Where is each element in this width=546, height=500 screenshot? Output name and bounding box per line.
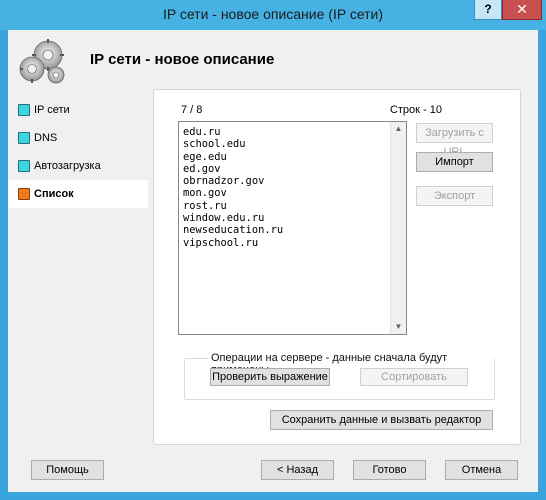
back-button[interactable]: < Назад bbox=[261, 460, 334, 480]
step-indicator-icon bbox=[18, 132, 30, 144]
sidebar-item-label: IP сети bbox=[34, 104, 70, 116]
server-operations-group: Операции на сервере - данные сначала буд… bbox=[184, 352, 495, 400]
list-panel: 7 / 8 Строк - 10 edu.ru school.edu ege.e… bbox=[153, 89, 521, 445]
chevron-down-icon[interactable]: ▼ bbox=[391, 320, 406, 334]
list-content[interactable]: edu.ru school.edu ege.edu ed.gov obrnadz… bbox=[183, 126, 283, 249]
close-button[interactable]: ✕ bbox=[502, 0, 542, 20]
check-expression-button[interactable]: Проверить выражение bbox=[210, 368, 330, 386]
sidebar-item-label: DNS bbox=[34, 132, 58, 144]
step-indicator-icon bbox=[18, 160, 30, 172]
export-button[interactable]: Экспорт bbox=[416, 186, 493, 206]
chevron-up-icon[interactable]: ▲ bbox=[391, 122, 406, 136]
page-title: IP сети - новое описание bbox=[90, 51, 275, 68]
help-title-button[interactable]: ? bbox=[474, 0, 502, 20]
sidebar-item-dns[interactable]: DNS bbox=[8, 124, 148, 152]
dialog-window: IP сети - новое описание (IP сети) ? ✕ I… bbox=[0, 0, 546, 500]
done-button[interactable]: Готово bbox=[353, 460, 426, 480]
sort-button[interactable]: Сортировать bbox=[360, 368, 468, 386]
cancel-button[interactable]: Отмена bbox=[445, 460, 518, 480]
sidebar-item-list[interactable]: Список bbox=[8, 180, 148, 208]
window-title: IP сети - новое описание (IP сети) bbox=[162, 6, 384, 22]
import-button[interactable]: Импорт bbox=[416, 152, 493, 172]
list-textarea[interactable]: edu.ru school.edu ege.edu ed.gov obrnadz… bbox=[178, 121, 407, 335]
wizard-header: IP сети - новое описание bbox=[8, 30, 538, 94]
step-indicator-icon bbox=[18, 104, 30, 116]
vertical-scrollbar[interactable]: ▲ ▼ bbox=[390, 122, 406, 334]
step-indicator-icon bbox=[18, 188, 30, 200]
load-url-button[interactable]: Загрузить с URL bbox=[416, 123, 493, 158]
save-and-open-editor-button[interactable]: Сохранить данные и вызвать редактор bbox=[270, 410, 493, 430]
row-count: Строк - 10 bbox=[389, 104, 442, 116]
sidebar-item-autoload[interactable]: Автозагрузка bbox=[8, 152, 148, 180]
wizard-steps-sidebar: IP сети DNS Автозагрузка Список bbox=[8, 96, 148, 208]
sidebar-item-ip-networks[interactable]: IP сети bbox=[8, 96, 148, 124]
title-bar[interactable]: IP сети - новое описание (IP сети) ? ✕ bbox=[0, 0, 546, 30]
close-icon: ✕ bbox=[516, 1, 528, 17]
position-counter: 7 / 8 bbox=[181, 104, 203, 116]
help-button[interactable]: Помощь bbox=[31, 460, 104, 480]
sidebar-item-label: Список bbox=[34, 188, 74, 200]
sidebar-item-label: Автозагрузка bbox=[34, 160, 101, 172]
gears-icon bbox=[14, 35, 70, 87]
client-area: IP сети - новое описание IP сети DNS Авт… bbox=[8, 30, 538, 492]
